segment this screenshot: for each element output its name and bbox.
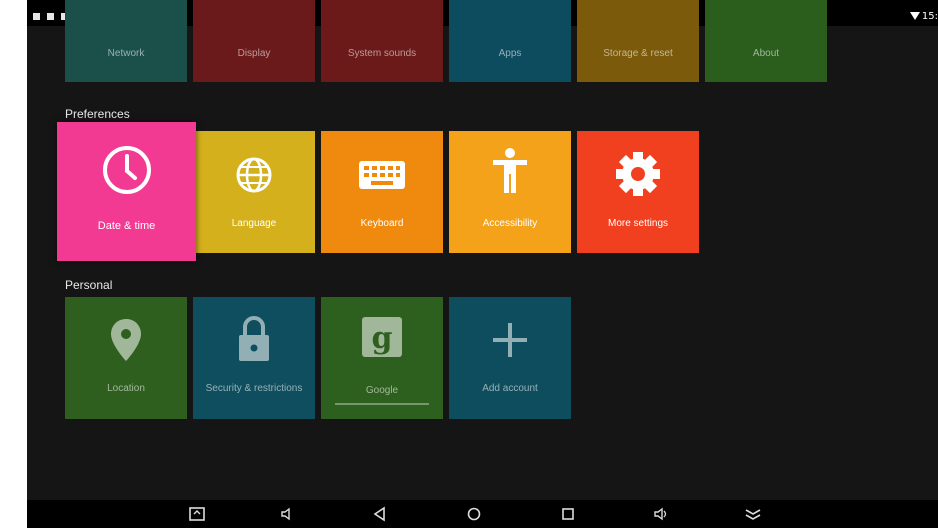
tile-date-time[interactable]: Date & time [57,122,196,261]
clock-icon [101,144,153,201]
google-g-icon: g [362,317,402,362]
tile-label: Security & restrictions [205,383,303,394]
photo-icon [47,13,54,20]
volume-down-icon[interactable] [277,505,297,523]
home-icon[interactable] [464,505,484,523]
tv-settings-screen: 15: Network Display System sounds Apps S… [27,0,938,528]
tile-label: Add account [482,383,538,394]
tile-more-settings[interactable]: More settings [577,131,699,253]
tile-label: Storage & reset [603,48,673,59]
tile-label: Keyboard [360,218,404,229]
navigation-bar [27,500,938,528]
tile-label: Location [107,383,145,394]
tile-label: System sounds [347,48,417,59]
tile-label: Date & time [97,220,156,232]
keyboard-icon [359,161,405,194]
tile-network[interactable]: Network [65,0,187,82]
tile-label: Network [107,48,145,59]
tile-label: About [752,48,780,59]
tile-label: Google [365,385,399,396]
tile-system-sounds[interactable]: System sounds [321,0,443,82]
tile-about[interactable]: About [705,0,827,82]
focus-underline [335,403,429,405]
svg-text:g: g [372,321,393,356]
tile-label: Display [237,48,271,59]
lock-icon [237,315,271,368]
section-heading-preferences: Preferences [65,107,130,121]
tile-security-restrictions[interactable]: Security & restrictions [193,297,315,419]
tile-label: Apps [498,48,522,59]
tile-google[interactable]: g Google [321,297,443,419]
accessibility-icon [493,147,527,200]
tile-language[interactable]: Language [193,131,315,253]
tile-add-account[interactable]: Add account [449,297,571,419]
tile-storage-reset[interactable]: Storage & reset [577,0,699,82]
tile-label: More settings [607,218,669,229]
tile-apps[interactable]: Apps [449,0,571,82]
screen-icon [33,13,40,20]
plus-icon [493,323,527,362]
tile-location[interactable]: Location [65,297,187,419]
hide-bar-icon[interactable] [743,505,763,523]
wifi-icon [910,12,920,20]
back-icon[interactable] [370,505,390,523]
tile-display[interactable]: Display [193,0,315,82]
tile-label: Language [231,218,277,229]
section-heading-personal: Personal [65,278,113,292]
location-pin-icon [111,319,141,366]
clock-time: 15: [921,11,938,22]
tile-accessibility[interactable]: Accessibility [449,131,571,253]
volume-up-icon[interactable] [651,505,671,523]
tile-label: Accessibility [482,218,538,229]
recents-icon[interactable] [558,505,578,523]
globe-icon [234,155,274,200]
tile-keyboard[interactable]: Keyboard [321,131,443,253]
gear-icon [613,149,663,204]
screenshot-icon[interactable] [187,505,207,523]
